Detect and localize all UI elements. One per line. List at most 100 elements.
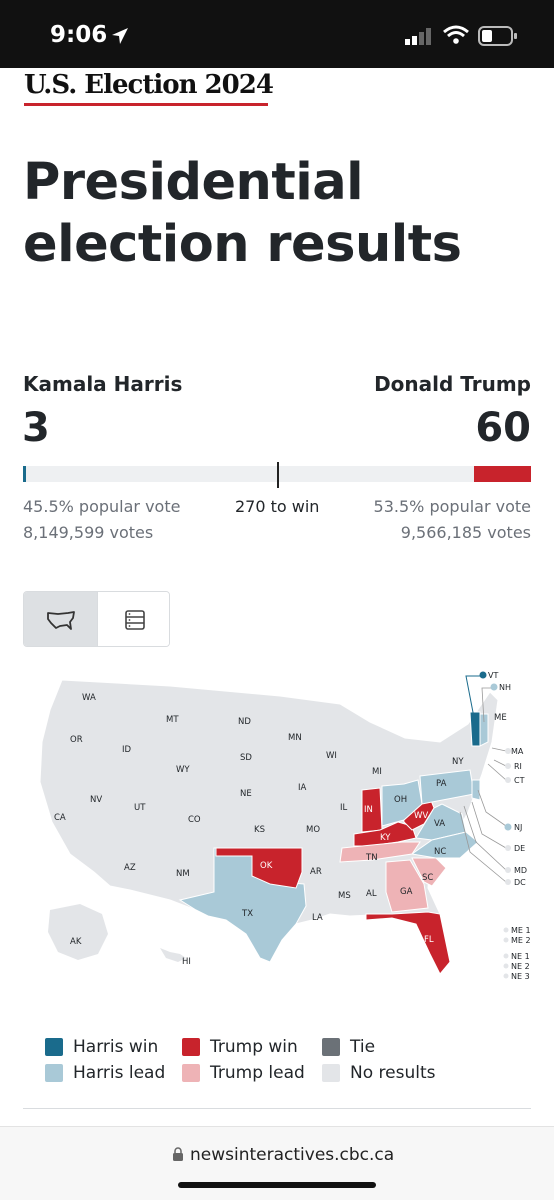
legend-label-trump-win: Trump win bbox=[210, 1037, 298, 1057]
small-state-label: NJ bbox=[514, 823, 522, 832]
md-dot bbox=[505, 867, 511, 873]
small-state-label: RI bbox=[514, 762, 522, 771]
state-label: CA bbox=[54, 813, 66, 823]
brand-logo[interactable]: U.S. Election 2024 bbox=[24, 70, 274, 100]
new-jersey-shape bbox=[471, 779, 481, 801]
florida-shape bbox=[365, 911, 451, 975]
win-threshold-marker bbox=[277, 462, 279, 488]
state-label: CO bbox=[188, 815, 201, 825]
browser-address-bar[interactable]: newsinteractives.cbc.ca bbox=[0, 1126, 554, 1200]
harris-ev-fill bbox=[23, 466, 26, 482]
state-label: NC bbox=[434, 847, 446, 857]
legend-swatch-trump-lead bbox=[182, 1064, 200, 1082]
state-label: IL bbox=[340, 803, 348, 813]
state-label: WY bbox=[176, 765, 190, 775]
state-label: NM bbox=[176, 869, 190, 879]
battery-icon bbox=[478, 26, 517, 46]
dc-dot bbox=[505, 879, 511, 885]
district-dot bbox=[503, 953, 509, 959]
state-label: MN bbox=[288, 733, 302, 743]
district-label: ME 2 bbox=[511, 936, 531, 945]
state-label: KY bbox=[380, 833, 391, 843]
district-label: NE 1 bbox=[511, 952, 530, 961]
legend-label-trump-lead: Trump lead bbox=[210, 1063, 305, 1083]
state-label: VA bbox=[434, 819, 445, 829]
status-time: 9:06 bbox=[50, 22, 108, 48]
page-title: Presidential election results bbox=[23, 153, 462, 274]
ri-dot bbox=[505, 763, 511, 769]
state-label: OR bbox=[70, 735, 83, 745]
to-win-label: 270 to win bbox=[235, 497, 320, 516]
table-view-button[interactable] bbox=[97, 592, 169, 646]
trump-name: Donald Trump bbox=[374, 372, 531, 396]
legend-label-harris-win: Harris win bbox=[73, 1037, 159, 1057]
nj-dot bbox=[504, 823, 512, 831]
small-state-label: CT bbox=[514, 776, 525, 785]
district-list: ME 1 ME 2 NE 1 NE 2 NE 3 bbox=[503, 926, 531, 981]
district-dot bbox=[503, 927, 509, 933]
state-label: AK bbox=[70, 937, 82, 947]
state-label: AZ bbox=[124, 863, 136, 873]
state-label: FL bbox=[424, 935, 434, 945]
state-label: MT bbox=[166, 715, 179, 725]
state-label: AR bbox=[310, 867, 322, 877]
state-label: SC bbox=[422, 873, 433, 883]
state-label: OH bbox=[394, 795, 407, 805]
alaska-shape bbox=[48, 904, 108, 960]
trump-popular-pct: 53.5% popular vote bbox=[373, 497, 531, 516]
state-label: ND bbox=[238, 717, 251, 727]
us-election-map[interactable]: WA OR CA ID NV MT WY UT AZ CO NM ND SD N… bbox=[20, 662, 540, 992]
state-label: IA bbox=[298, 783, 307, 793]
district-dot bbox=[503, 973, 509, 979]
page-url[interactable]: newsinteractives.cbc.ca bbox=[190, 1145, 394, 1165]
district-label: NE 2 bbox=[511, 962, 530, 971]
district-label: NE 3 bbox=[511, 972, 530, 981]
state-label: AL bbox=[366, 889, 377, 899]
status-bar: 9:06 bbox=[0, 0, 554, 68]
small-state-label: NH bbox=[499, 683, 511, 692]
state-label: NV bbox=[90, 795, 102, 805]
legend-swatch-no-results bbox=[322, 1064, 340, 1082]
location-arrow-icon bbox=[112, 28, 128, 44]
us-map-icon bbox=[47, 611, 75, 630]
state-label: NE bbox=[240, 789, 252, 799]
vt-dot bbox=[479, 671, 487, 679]
table-icon bbox=[125, 610, 145, 630]
legend-swatch-harris-win bbox=[45, 1038, 63, 1056]
harris-vote-count: 8,149,599 votes bbox=[23, 523, 154, 542]
state-label: WV bbox=[414, 811, 428, 821]
brand-underline bbox=[24, 103, 268, 106]
state-label: KS bbox=[254, 825, 265, 835]
state-label: TN bbox=[365, 853, 378, 863]
district-label: ME 1 bbox=[511, 926, 531, 935]
state-label: MO bbox=[306, 825, 320, 835]
section-divider bbox=[23, 1108, 531, 1109]
vermont-shape bbox=[469, 711, 481, 747]
state-label: PA bbox=[436, 779, 447, 789]
de-dot bbox=[505, 845, 511, 851]
legend-swatch-trump-win bbox=[182, 1038, 200, 1056]
legend-label-tie: Tie bbox=[350, 1037, 376, 1057]
wifi-icon bbox=[443, 25, 469, 44]
state-label: HI bbox=[182, 957, 191, 967]
trump-electoral-votes: 60 bbox=[475, 405, 531, 451]
trump-vote-count: 9,566,185 votes bbox=[400, 523, 531, 542]
state-label: GA bbox=[400, 887, 413, 897]
small-state-label: VT bbox=[488, 671, 498, 680]
small-state-label: DE bbox=[514, 844, 525, 853]
legend-swatch-tie bbox=[322, 1038, 340, 1056]
map-view-button[interactable] bbox=[24, 592, 97, 646]
legend-label-no-results: No results bbox=[350, 1063, 436, 1083]
state-label: OK bbox=[260, 861, 273, 871]
harris-popular-pct: 45.5% popular vote bbox=[23, 497, 181, 516]
state-label: IN bbox=[364, 805, 373, 815]
home-indicator[interactable] bbox=[178, 1182, 376, 1188]
small-state-label: DC bbox=[514, 878, 526, 887]
state-label: WI bbox=[326, 751, 337, 761]
harris-electoral-votes: 3 bbox=[22, 405, 50, 451]
district-dot bbox=[503, 963, 509, 969]
state-label: MI bbox=[372, 767, 382, 777]
state-label: ME bbox=[494, 713, 507, 723]
ct-dot bbox=[505, 777, 511, 783]
trump-ev-fill bbox=[474, 466, 531, 482]
